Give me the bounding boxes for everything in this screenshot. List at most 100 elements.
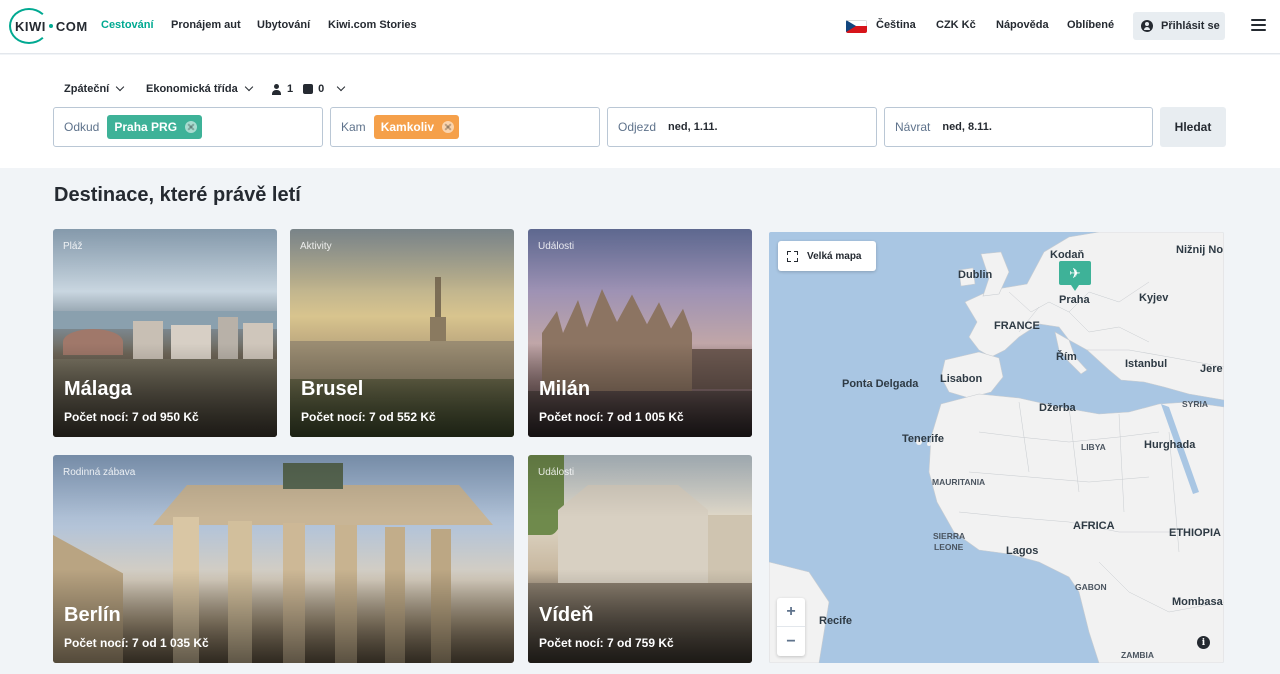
return-field[interactable]: Návrat ned, 8.11. [884, 107, 1153, 147]
map-label-ethiopia: ETHIOPIA [1169, 527, 1221, 539]
map-label-syria: SYRIA [1182, 399, 1208, 409]
map-label-mauritania: MAURITANIA [932, 477, 986, 487]
origin-value: Praha PRG [114, 120, 178, 134]
map-label-djerba: Džerba [1039, 402, 1076, 414]
baggage-icon [303, 84, 314, 94]
hamburger-menu-icon[interactable] [1251, 19, 1266, 32]
nav-link-travel[interactable]: Cestování [101, 19, 154, 31]
zoom-out-button[interactable]: − [777, 627, 805, 656]
big-map-label: Velká mapa [807, 250, 862, 262]
card-price: Počet nocí: 7 od 1 005 Kč [539, 410, 684, 424]
map-label-mombasa: Mombasa [1172, 596, 1223, 608]
passenger-count: 1 [287, 83, 294, 95]
map-label-dublin: Dublin [958, 269, 993, 281]
map-label-rome: Řím [1056, 351, 1077, 363]
card-city: Málaga [64, 378, 132, 400]
destination-card-milan[interactable]: Události Milán Počet nocí: 7 od 1 005 Kč [528, 229, 752, 437]
help-link[interactable]: Nápověda [996, 19, 1049, 31]
login-label: Přihlásit se [1161, 20, 1220, 32]
map-label-jerevan: Jere [1200, 363, 1223, 375]
nav-link-car-rental[interactable]: Pronájem aut [171, 19, 241, 31]
currency-selector[interactable]: CZK Kč [936, 19, 976, 31]
destination-value: Kamkoliv [380, 120, 435, 134]
map-label-nizhny: Nižnij No [1176, 244, 1224, 256]
card-category: Události [538, 467, 575, 478]
map-label-africa: AFRICA [1073, 520, 1115, 532]
return-label: Návrat [895, 120, 931, 134]
zoom-in-button[interactable]: + [777, 598, 805, 627]
destinations-map[interactable]: Kodaň Nižnij No Dublin Praha Kyjev FRANC… [769, 232, 1224, 663]
map-label-sierra: SIERRA [933, 531, 966, 541]
login-button[interactable]: Přihlásit se [1133, 12, 1225, 40]
chevron-down-icon [337, 82, 346, 92]
map-label-tenerife: Tenerife [902, 433, 944, 445]
cabin-class-select[interactable]: Ekonomická třída [146, 82, 253, 95]
chevron-down-icon [115, 82, 125, 92]
info-icon[interactable]: i [1197, 636, 1210, 649]
map-label-prague: Praha [1059, 294, 1090, 306]
departure-field[interactable]: Odjezd ned, 1.11. [607, 107, 877, 147]
departure-label: Odjezd [618, 120, 657, 134]
map-label-libya: LIBYA [1081, 442, 1106, 452]
departure-value: ned, 1.11. [668, 121, 718, 133]
card-category: Pláž [63, 241, 83, 252]
map-label-copenhagen: Kodaň [1050, 249, 1085, 261]
expand-icon [787, 250, 798, 262]
map-label-gabon: GABON [1075, 582, 1107, 592]
passengers-select[interactable]: 1 0 [271, 82, 346, 95]
destination-chip: Kamkoliv [373, 115, 460, 139]
passenger-icon [271, 83, 282, 95]
card-category: Rodinná zábava [63, 467, 136, 478]
trip-type-label: Zpáteční [64, 83, 110, 95]
big-map-button[interactable]: Velká mapa [778, 241, 876, 271]
map-label-france: FRANCE [994, 320, 1040, 332]
logo-dot-icon [48, 24, 53, 29]
map-label-istanbul: Istanbul [1125, 358, 1168, 370]
logo-text: KIWI [15, 18, 46, 34]
origin-field[interactable]: Odkud Praha PRG [53, 107, 323, 147]
map-label-lisbon: Lisabon [940, 373, 983, 385]
card-category: Události [538, 241, 575, 252]
czech-flag-icon[interactable] [846, 20, 867, 33]
card-city: Vídeň [539, 604, 594, 626]
map-label-lagos: Lagos [1006, 545, 1039, 557]
card-price: Počet nocí: 7 od 1 035 Kč [64, 636, 209, 650]
top-nav: KIWI COM Cestování Pronájem aut Ubytování… [0, 0, 1280, 54]
section-title: Destinace, které právě letí [54, 184, 301, 206]
destination-card-malaga[interactable]: Pláž Málaga Počet nocí: 7 od 950 Kč [53, 229, 277, 437]
map-label-hurghada: Hurghada [1144, 439, 1196, 451]
card-category: Aktivity [300, 241, 332, 252]
prague-flight-pin[interactable]: ✈ [1059, 261, 1091, 291]
nav-link-stories[interactable]: Kiwi.com Stories [328, 19, 417, 31]
search-button[interactable]: Hledat [1160, 107, 1226, 147]
card-price: Počet nocí: 7 od 552 Kč [301, 410, 436, 424]
card-city: Berlín [64, 604, 121, 626]
destination-card-brussels[interactable]: Aktivity Brusel Počet nocí: 7 od 552 Kč [290, 229, 514, 437]
airplane-icon: ✈ [1069, 265, 1081, 281]
remove-origin-icon[interactable] [185, 121, 198, 133]
user-icon [1141, 20, 1153, 32]
destination-field[interactable]: Kam Kamkoliv [330, 107, 600, 147]
kiwi-logo[interactable]: KIWI COM [9, 8, 88, 44]
origin-chip: Praha PRG [107, 115, 203, 139]
map-label-recife: Recife [819, 615, 853, 627]
logo-suffix: COM [55, 18, 88, 34]
map-label-leone: LEONE [934, 542, 964, 552]
language-selector[interactable]: Čeština [876, 19, 916, 31]
nav-link-accommodation[interactable]: Ubytování [257, 19, 310, 31]
destination-label: Kam [341, 120, 366, 134]
destination-card-vienna[interactable]: Události Vídeň Počet nocí: 7 od 759 Kč [528, 455, 752, 663]
bag-count: 0 [318, 83, 325, 95]
map-label-zambia: ZAMBIA [1121, 650, 1155, 660]
card-price: Počet nocí: 7 od 759 Kč [539, 636, 674, 650]
favorites-link[interactable]: Oblíbené [1067, 19, 1114, 31]
destination-card-berlin[interactable]: Rodinná zábava Berlín Počet nocí: 7 od 1… [53, 455, 514, 663]
map-label-ponta-delgada: Ponta Delgada [842, 378, 919, 390]
return-value: ned, 8.11. [942, 121, 992, 133]
trip-type-select[interactable]: Zpáteční [64, 82, 125, 95]
chevron-down-icon [244, 82, 253, 92]
zoom-controls: + − [777, 598, 805, 656]
card-city: Brusel [301, 378, 364, 400]
cabin-class-label: Ekonomická třída [146, 83, 238, 95]
remove-destination-icon[interactable] [442, 121, 455, 133]
